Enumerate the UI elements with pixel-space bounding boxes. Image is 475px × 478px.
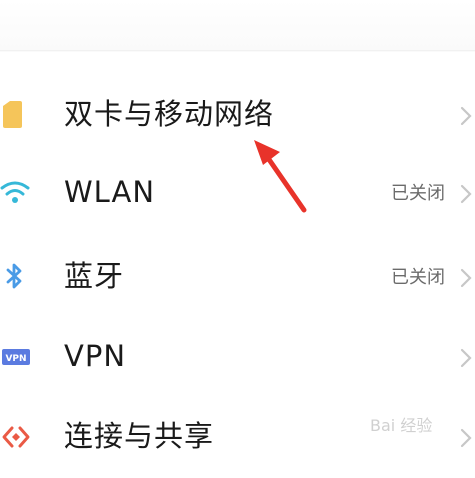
top-area	[0, 0, 475, 52]
bluetooth-icon	[0, 260, 34, 294]
settings-item-label: 连接与共享	[64, 419, 215, 453]
vpn-icon: VPN	[0, 340, 34, 374]
watermark: Bai 经验	[370, 416, 433, 435]
svg-text:VPN: VPN	[5, 354, 26, 364]
settings-item-label: 双卡与移动网络	[64, 97, 275, 131]
settings-item-connection-sharing[interactable]: 连接与共享	[0, 398, 475, 478]
sim-card-icon	[0, 98, 34, 132]
chevron-right-icon	[459, 102, 475, 130]
wifi-icon	[0, 176, 34, 210]
share-icon	[0, 420, 34, 454]
chevron-right-icon	[459, 180, 475, 208]
chevron-right-icon	[459, 424, 475, 452]
settings-item-label: WLAN	[64, 175, 156, 209]
status-text: 已关闭	[391, 267, 445, 288]
chevron-right-icon	[459, 264, 475, 292]
settings-item-wlan[interactable]: WLAN 已关闭	[0, 154, 475, 234]
settings-item-label: 蓝牙	[64, 259, 125, 293]
divider	[0, 50, 475, 51]
chevron-right-icon	[459, 344, 475, 372]
settings-item-bluetooth[interactable]: 蓝牙 已关闭	[0, 238, 475, 318]
annotation-arrow	[250, 138, 310, 214]
settings-item-label: VPN	[64, 339, 127, 373]
status-text: 已关闭	[391, 183, 445, 204]
settings-item-sim[interactable]: 双卡与移动网络	[0, 76, 475, 156]
settings-item-vpn[interactable]: VPN VPN	[0, 318, 475, 398]
